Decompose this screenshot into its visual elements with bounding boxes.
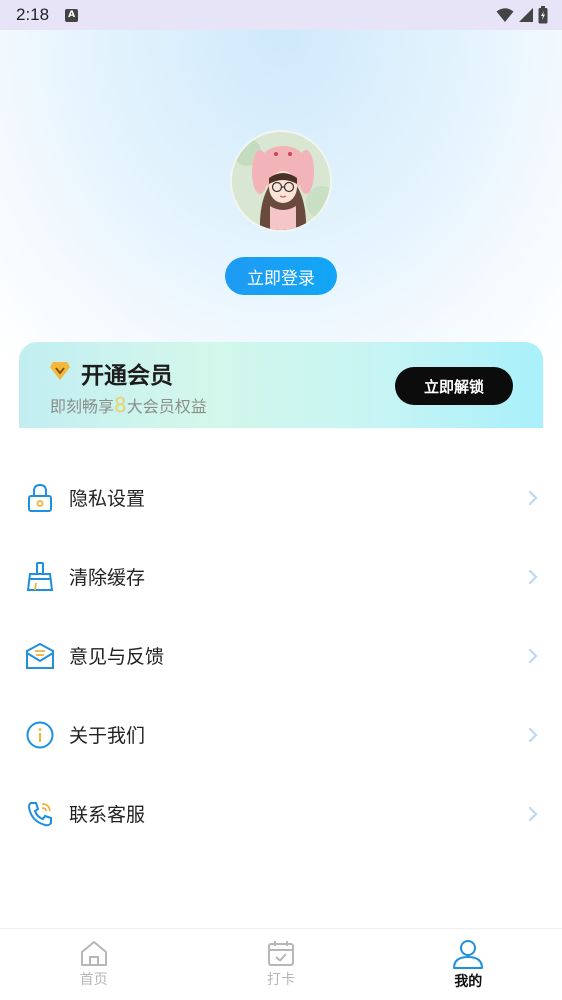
chevron-right-icon (528, 569, 538, 584)
diamond-icon (50, 362, 70, 380)
signal-icon (519, 8, 533, 22)
phone-icon (25, 799, 55, 829)
status-bar: 2:18 A (0, 0, 562, 30)
menu-item-label: 关于我们 (69, 725, 146, 747)
status-icons (496, 6, 548, 24)
vip-subtitle-suffix: 大会员权益 (126, 397, 207, 416)
login-button[interactable]: 立即登录 (225, 257, 337, 295)
tab-label: 我的 (454, 974, 483, 990)
vip-benefit-count: 8 (114, 393, 127, 417)
profile-header: 立即登录 (0, 30, 562, 360)
home-icon (80, 941, 107, 966)
menu-item-feedback[interactable]: 意见与反馈 (0, 616, 562, 695)
chevron-right-icon (528, 490, 538, 505)
mail-icon (25, 641, 55, 671)
battery-icon (538, 6, 548, 24)
avatar[interactable] (230, 130, 332, 232)
user-icon (453, 940, 484, 969)
vip-title: 开通会员 (81, 363, 173, 389)
tab-profile[interactable]: 我的 (375, 929, 562, 1000)
menu-item-about[interactable]: 关于我们 (0, 695, 562, 774)
menu-item-label: 清除缓存 (69, 567, 146, 589)
avatar-image (232, 132, 330, 230)
unlock-button[interactable]: 立即解锁 (395, 367, 513, 405)
tab-label: 打卡 (266, 972, 295, 988)
broom-icon (25, 561, 55, 592)
calendar-check-icon (267, 941, 294, 966)
menu-item-customer-service[interactable]: 联系客服 (0, 774, 562, 853)
chevron-right-icon (528, 648, 538, 663)
notification-indicator-icon: A (65, 8, 79, 22)
info-icon (25, 720, 55, 750)
settings-menu: 隐私设置 清除缓存 意见与反馈 关于我们 联系客服 (0, 458, 562, 853)
menu-item-clear-cache[interactable]: 清除缓存 (0, 537, 562, 616)
lock-icon (25, 483, 55, 513)
tab-label: 首页 (79, 972, 108, 988)
bottom-tab-bar: 首页 打卡 我的 (0, 928, 562, 1000)
tab-checkin[interactable]: 打卡 (187, 929, 374, 1000)
tab-home[interactable]: 首页 (0, 929, 187, 1000)
menu-item-label: 隐私设置 (69, 488, 146, 510)
vip-subtitle-prefix: 即刻畅享 (50, 397, 115, 416)
chevron-right-icon (528, 727, 538, 742)
chevron-right-icon (528, 806, 538, 821)
status-time: 2:18 (16, 5, 50, 24)
menu-item-label: 意见与反馈 (69, 646, 165, 668)
menu-item-label: 联系客服 (69, 804, 146, 826)
vip-card[interactable]: 开通会员 即刻畅享8大会员权益 立即解锁 (19, 342, 543, 428)
menu-item-privacy[interactable]: 隐私设置 (0, 458, 562, 537)
vip-subtitle: 即刻畅享8大会员权益 (50, 393, 207, 417)
wifi-icon (496, 8, 514, 22)
